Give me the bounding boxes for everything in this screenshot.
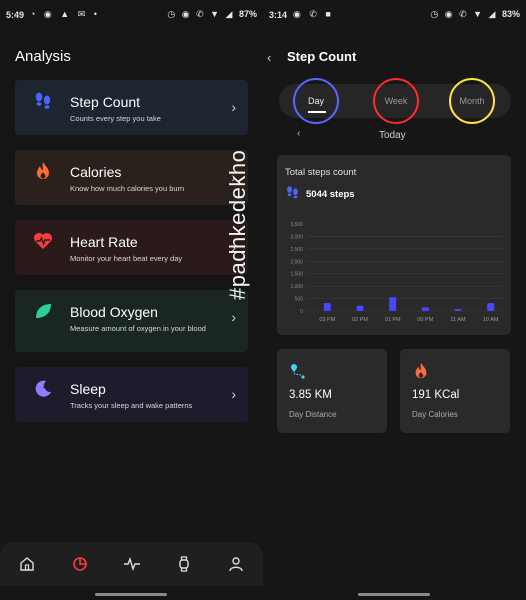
x-tick-label: 02 PM [352, 317, 368, 323]
tab-month[interactable]: Month [449, 78, 495, 124]
flame-icon [37, 162, 49, 179]
distance-value: 3.85 KM [289, 389, 332, 401]
distance-label: Day Distance [289, 410, 337, 419]
status-bar: 5:49 ◔ ◉ ▲ ✉ • ◷ ◉ ✆ ▼ ◢ 87% [0, 0, 263, 30]
steps-summary-card: Total steps count 5044 steps 3,500 3,000 2… [277, 155, 511, 335]
home-icon[interactable] [18, 555, 36, 573]
analysis-icon[interactable] [71, 555, 89, 573]
y-tick-label: 500 [295, 297, 304, 303]
distance-card: 3.85 KM Day Distance [277, 349, 387, 433]
watermark: #padhkedekho [225, 149, 250, 300]
bottom-navigation [0, 542, 263, 586]
tab-label: Day [307, 96, 324, 106]
card-description: Know how much calories you burn [70, 184, 185, 193]
leaf-icon [36, 304, 51, 318]
activity-icon[interactable] [123, 555, 141, 573]
heart-rate-card[interactable]: Heart Rate Monitor your heart beat every… [15, 220, 248, 275]
y-tick-label: 2,500 [290, 247, 303, 253]
status-bar: 3:14 ◉ ✆ ■ ◷ ◉ ✆ ▼ ◢ 83% [263, 0, 526, 30]
route-pin-icon [291, 364, 305, 379]
back-button[interactable]: ‹ [267, 50, 271, 65]
calories-summary-card: 191 KCal Day Calories [400, 349, 510, 433]
notification-icons: ◔ ◉ ▲ ✉ • [30, 9, 100, 19]
bar [389, 297, 397, 311]
flame-icon [415, 362, 427, 379]
gesture-bar [358, 593, 430, 596]
battery-level: 87% [238, 9, 257, 19]
card-description: Monitor your heart beat every day [70, 254, 183, 263]
chevron-right-icon: › [231, 386, 236, 402]
bar [454, 309, 462, 311]
calories-label: Day Calories [412, 410, 458, 419]
date-label: Today [379, 130, 406, 141]
moon-icon: z [35, 380, 51, 397]
y-tick-label: 2,000 [290, 259, 303, 265]
x-tick-label: 03 PM [319, 317, 335, 323]
notification-icons: ◉ ✆ ■ [293, 9, 334, 19]
card-description: Measure amount of oxygen in your blood [70, 324, 206, 333]
blood-oxygen-card[interactable]: Blood Oxygen Measure amount of oxygen in… [15, 290, 248, 352]
y-tick-label: 3,000 [290, 234, 303, 240]
card-description: Tracks your sleep and wake patterns [70, 401, 193, 410]
chevron-right-icon: › [231, 99, 236, 115]
y-tick-label: 0 [300, 309, 303, 315]
card-title: Calories [70, 164, 122, 180]
x-tick-label: 00 PM [417, 317, 433, 323]
gesture-bar [95, 593, 167, 596]
card-title: Step Count [70, 94, 141, 110]
watch-icon[interactable] [175, 555, 193, 573]
page-title: Step Count [287, 49, 357, 64]
step-count-card[interactable]: Step Count Counts every step you take › [15, 80, 248, 135]
card-title: Blood Oxygen [70, 304, 158, 320]
y-tick-label: 1,500 [290, 272, 303, 278]
system-icons: ◷ ◉ ✆ ▼ ◢ 87% [167, 9, 257, 19]
y-tick-label: 3,500 [290, 222, 303, 228]
x-tick-label: 10 AM [483, 317, 499, 323]
bar [356, 305, 364, 311]
x-tick-label: 01 PM [385, 317, 401, 323]
tab-label: Week [384, 96, 408, 106]
card-description: Counts every step you take [70, 114, 161, 123]
steps-bar-chart: 3,500 3,000 2,500 2,000 1,500 1,000 500 0 03 PM 0… [290, 222, 503, 323]
y-tick-label: 1,000 [290, 284, 303, 290]
bar [323, 303, 331, 311]
tab-week[interactable]: Week [373, 78, 419, 124]
sleep-card[interactable]: z Sleep Tracks your sleep and wake patte… [15, 367, 248, 422]
calories-card[interactable]: Calories Know how much calories you burn… [15, 150, 248, 205]
profile-icon[interactable] [227, 555, 245, 573]
chevron-right-icon: › [231, 309, 236, 325]
footprints-icon [287, 186, 298, 199]
heart-pulse-icon [34, 233, 52, 249]
footprints-icon [35, 92, 51, 109]
steps-value: 5044 steps [306, 189, 355, 200]
active-tab-indicator [308, 111, 326, 113]
status-time: 5:49 [6, 10, 25, 20]
page-title: Analysis [15, 48, 71, 65]
system-icons: ◷ ◉ ✆ ▼ ◢ 83% [430, 9, 520, 19]
calories-value: 191 KCal [412, 389, 460, 401]
analysis-screen: 5:49 ◔ ◉ ▲ ✉ • ◷ ◉ ✆ ▼ ◢ 87% Analysis St… [0, 0, 263, 600]
bar [487, 303, 495, 311]
bar [421, 307, 429, 311]
x-tick-label: 11 AM [450, 317, 466, 323]
tab-label: Month [459, 96, 485, 106]
battery-level: 83% [501, 9, 520, 19]
svg-text:z: z [43, 384, 46, 390]
status-time: 3:14 [269, 10, 288, 20]
step-count-screen: 3:14 ◉ ✆ ■ ◷ ◉ ✆ ▼ ◢ 83% ‹ Step Count Da… [263, 0, 526, 600]
previous-day-button[interactable]: ‹ [297, 128, 300, 139]
steps-label: Total steps count [285, 167, 357, 178]
card-title: Sleep [70, 381, 106, 397]
card-title: Heart Rate [70, 234, 138, 250]
tab-day[interactable]: Day [293, 78, 339, 124]
